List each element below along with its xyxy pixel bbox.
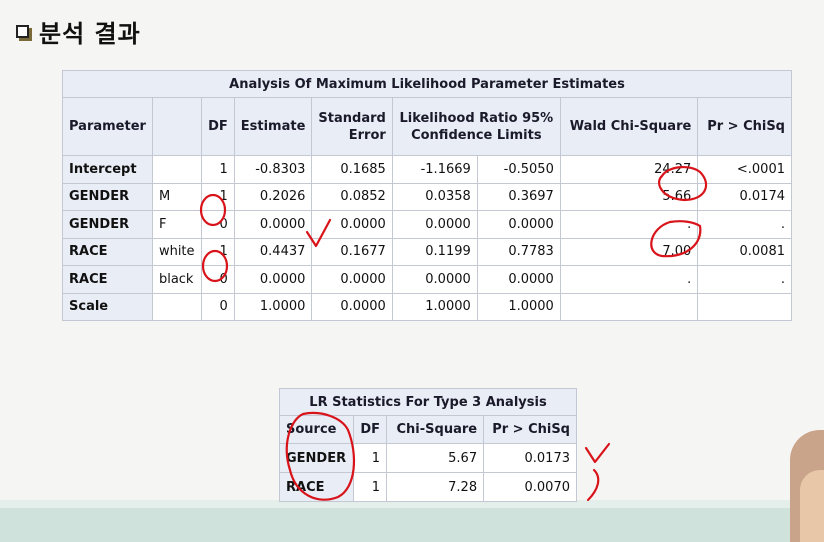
- chisq-cell: 7.28: [385, 472, 485, 502]
- estimate-cell: -0.8303: [233, 155, 313, 184]
- df-cell: 1: [201, 237, 235, 266]
- col-header-pr: Pr > ChiSq: [483, 415, 577, 444]
- col-header-wald: Wald Chi-Square: [559, 97, 699, 156]
- upper-limit-cell: 0.3697: [476, 182, 561, 211]
- pr-cell: 0.0173: [483, 443, 577, 473]
- upper-limit-cell: 0.0000: [476, 210, 561, 239]
- std-error-cell: 0.0000: [311, 292, 393, 321]
- df-cell: 1: [353, 472, 387, 502]
- estimate-cell: 0.4437: [233, 237, 313, 266]
- col-header-std-error: Standard Error: [311, 97, 393, 156]
- std-error-cell: 0.0852: [311, 182, 393, 211]
- lr-line1: Likelihood Ratio 95%: [399, 110, 554, 126]
- col-header-pr: Pr > ChiSq: [697, 97, 792, 156]
- table-row: Scale 0 1.0000 0.0000 1.0000 1.0000: [62, 292, 792, 321]
- level-cell: [151, 155, 203, 184]
- wald-cell: .: [559, 210, 699, 239]
- param-cell: RACE: [62, 237, 153, 266]
- table-caption: Analysis Of Maximum Likelihood Parameter…: [62, 70, 792, 98]
- df-cell: 1: [201, 182, 235, 211]
- table-caption: LR Statistics For Type 3 Analysis: [279, 388, 577, 416]
- df-cell: 0: [201, 265, 235, 294]
- bottom-band: [0, 508, 824, 542]
- level-cell: [151, 292, 203, 321]
- col-header-df: DF: [201, 97, 235, 156]
- lower-limit-cell: 0.0358: [391, 182, 478, 211]
- upper-limit-cell: 1.0000: [476, 292, 561, 321]
- col-header-confidence-limits: Likelihood Ratio 95% Confidence Limits: [391, 97, 561, 156]
- param-cell: GENDER: [62, 182, 153, 211]
- level-cell: F: [151, 210, 203, 239]
- parameter-estimates-table: Analysis Of Maximum Likelihood Parameter…: [62, 70, 792, 321]
- std-error-cell: 0.1677: [311, 237, 393, 266]
- pr-cell: 0.0070: [483, 472, 577, 502]
- pr-cell: .: [697, 210, 792, 239]
- table-row: RACE black 0 0.0000 0.0000 0.0000 0.0000..: [62, 265, 792, 294]
- std-error-line1: Standard: [318, 110, 386, 126]
- estimate-cell: 0.0000: [233, 265, 313, 294]
- pr-cell: <.0001: [697, 155, 792, 184]
- upper-limit-cell: 0.7783: [476, 237, 561, 266]
- wald-cell: .: [559, 265, 699, 294]
- pr-cell: [697, 292, 792, 321]
- wald-cell: 24.27: [559, 155, 699, 184]
- table-row: GENDER M 1 0.2026 0.0852 0.0358 0.3697 5.66 0.01…: [62, 182, 792, 211]
- table-header-row: Parameter DF Estimate Standard Error Lik…: [62, 97, 792, 156]
- std-error-cell: 0.0000: [311, 265, 393, 294]
- col-header-parameter: Parameter: [62, 97, 153, 156]
- table-row: RACE 1 7.28 0.0070: [278, 472, 577, 502]
- col-header-estimate: Estimate: [233, 97, 313, 156]
- estimate-cell: 1.0000: [233, 292, 313, 321]
- source-cell: GENDER: [278, 443, 355, 473]
- param-cell: GENDER: [62, 210, 153, 239]
- df-cell: 0: [201, 292, 235, 321]
- table-row: RACE white 1 0.4437 0.1677 0.1199 0.7783 7.00 0.…: [62, 237, 792, 266]
- type3-analysis-table: LR Statistics For Type 3 Analysis Source…: [278, 388, 577, 502]
- lower-limit-cell: 0.0000: [391, 265, 478, 294]
- chisq-cell: 5.67: [385, 443, 485, 473]
- table-row: GENDER 1 5.67 0.0173: [278, 443, 577, 473]
- pr-cell: 0.0081: [697, 237, 792, 266]
- lr-line2: Confidence Limits: [411, 127, 542, 143]
- df-cell: 0: [201, 210, 235, 239]
- slide-title-area: 분석 결과: [16, 14, 141, 49]
- wald-cell: 5.66: [559, 182, 699, 211]
- wald-cell: [559, 292, 699, 321]
- col-header-chisq: Chi-Square: [385, 415, 485, 444]
- slide-title: 분석 결과: [39, 20, 141, 48]
- table-header-row: Source DF Chi-Square Pr > ChiSq: [278, 415, 577, 444]
- pr-cell: .: [697, 265, 792, 294]
- lower-limit-cell: 1.0000: [391, 292, 478, 321]
- upper-limit-cell: -0.5050: [476, 155, 561, 184]
- df-cell: 1: [353, 443, 387, 473]
- col-header-df: DF: [353, 415, 387, 444]
- table-row: Intercept 1 -0.8303 0.1685 -1.1669 -0.5050 24.…: [62, 155, 792, 184]
- lower-limit-cell: 0.1199: [391, 237, 478, 266]
- square-bullet-icon: [16, 25, 29, 38]
- estimate-cell: 0.2026: [233, 182, 313, 211]
- std-error-cell: 0.1685: [311, 155, 393, 184]
- col-header-level: [151, 97, 203, 156]
- param-cell: RACE: [62, 265, 153, 294]
- estimate-cell: 0.0000: [233, 210, 313, 239]
- col-header-source: Source: [278, 415, 355, 444]
- wald-cell: 7.00: [559, 237, 699, 266]
- lower-limit-cell: 0.0000: [391, 210, 478, 239]
- lower-limit-cell: -1.1669: [391, 155, 478, 184]
- level-cell: black: [151, 265, 203, 294]
- presenter-shirt: [800, 470, 824, 542]
- level-cell: white: [151, 237, 203, 266]
- std-error-cell: 0.0000: [311, 210, 393, 239]
- level-cell: M: [151, 182, 203, 211]
- df-cell: 1: [201, 155, 235, 184]
- upper-limit-cell: 0.0000: [476, 265, 561, 294]
- std-error-line2: Error: [348, 127, 386, 143]
- source-cell: RACE: [278, 472, 355, 502]
- pr-cell: 0.0174: [697, 182, 792, 211]
- param-cell: Intercept: [62, 155, 153, 184]
- param-cell: Scale: [62, 292, 153, 321]
- table-row: GENDER F 0 0.0000 0.0000 0.0000 0.0000..: [62, 210, 792, 239]
